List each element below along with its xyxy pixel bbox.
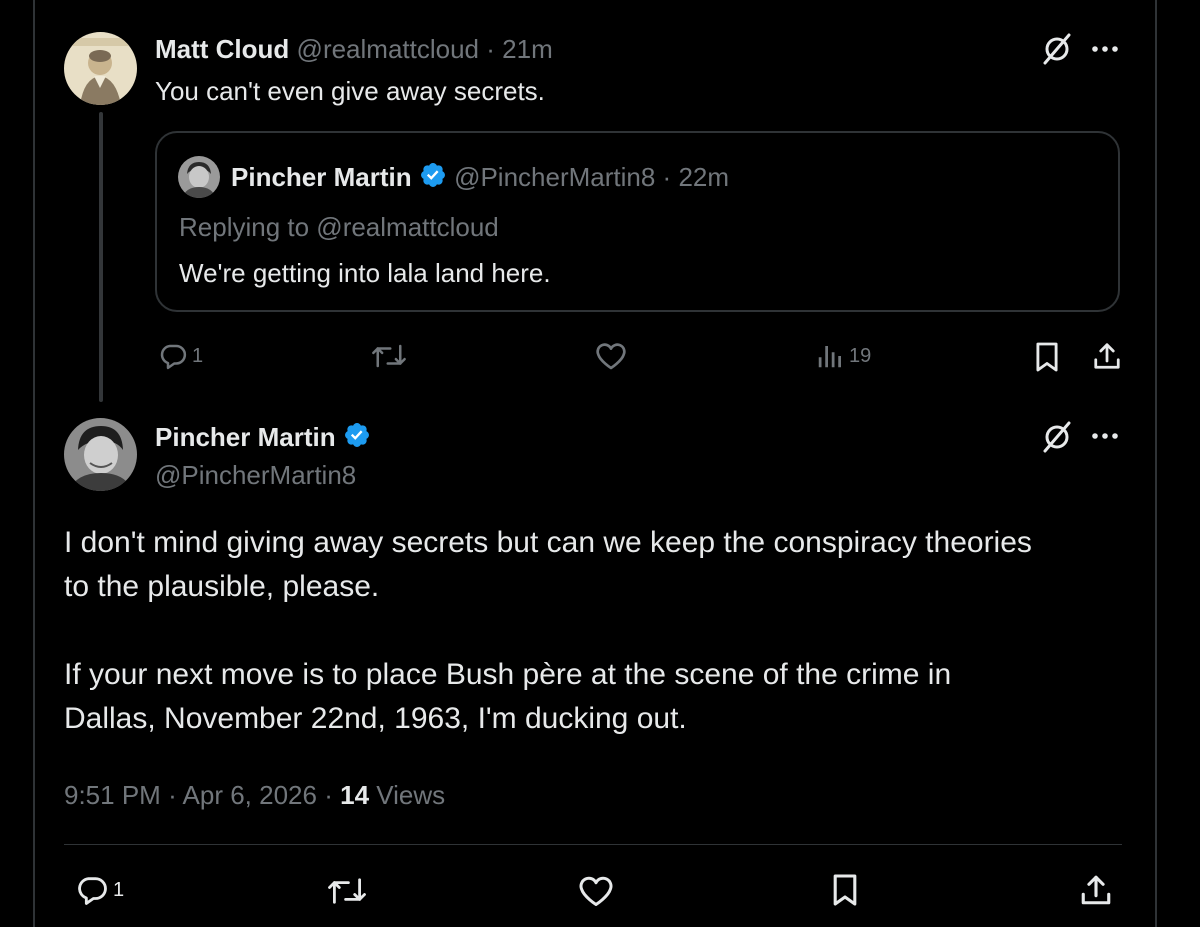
grok-button[interactable] <box>1040 420 1074 454</box>
reply-button[interactable]: 1 <box>158 341 203 371</box>
like-button[interactable] <box>595 341 627 371</box>
replying-to-text[interactable]: Replying to @realmattcloud <box>179 210 499 244</box>
like-button[interactable] <box>578 874 614 908</box>
reply-count: 1 <box>192 344 204 367</box>
verified-badge-icon <box>343 421 371 457</box>
author-handle[interactable]: @PincherMartin8 <box>155 458 356 492</box>
views-icon <box>818 346 841 368</box>
bookmark-button[interactable] <box>1034 341 1060 373</box>
body-line: I don't mind giving away secrets but can… <box>64 526 1032 559</box>
reply-icon <box>160 344 187 370</box>
meta-separator: · <box>324 780 333 810</box>
retweet-icon <box>372 344 406 368</box>
quote-header: Pincher Martin @PincherMartin8 · 22m <box>231 160 729 197</box>
tweet-time[interactable]: 21m <box>502 34 553 64</box>
more-button[interactable] <box>1090 427 1120 445</box>
more-icon <box>1092 46 1118 52</box>
views-button[interactable]: 19 <box>815 341 871 371</box>
reply-count: 1 <box>113 878 125 901</box>
more-button[interactable] <box>1090 40 1120 58</box>
meta-views-count: 14 <box>340 780 370 810</box>
divider <box>64 844 1122 845</box>
quote-header-separator: · <box>662 162 672 192</box>
share-button[interactable] <box>1079 873 1113 907</box>
tweet1-header: Matt Cloud @realmattcloud · 21m <box>155 32 553 66</box>
body-line: If your next move is to place Bush père … <box>64 658 952 691</box>
column-border-left <box>33 0 35 927</box>
like-icon <box>596 343 626 370</box>
reply-button[interactable]: 1 <box>75 873 124 907</box>
avatar-image <box>64 418 137 491</box>
avatar-image <box>178 156 220 198</box>
meta-separator: · <box>168 780 177 810</box>
thread-connector-line <box>99 112 103 402</box>
share-icon <box>1081 875 1111 905</box>
author-handle[interactable]: @realmattcloud <box>297 34 479 64</box>
retweet-button[interactable] <box>370 341 408 371</box>
quote-author-name[interactable]: Pincher Martin <box>231 162 412 192</box>
meta-time[interactable]: 9:51 PM <box>64 780 161 810</box>
body-line: to the plausible, please. <box>64 570 380 603</box>
quote-text: We're getting into lala land here. <box>179 258 551 288</box>
tweet-meta: 9:51 PM · Apr 6, 2026 · 14 Views <box>64 778 445 812</box>
tweet2-body: I don't mind giving away secrets but can… <box>64 521 1032 741</box>
bookmark-button[interactable] <box>831 872 859 908</box>
author-name[interactable]: Matt Cloud <box>155 34 289 64</box>
quote-time[interactable]: 22m <box>678 162 729 192</box>
grok-icon <box>1043 421 1071 453</box>
body-line: Dallas, November 22nd, 1963, I'm ducking… <box>64 702 687 735</box>
verified-badge-icon <box>419 161 447 197</box>
column-border-right <box>1155 0 1157 927</box>
avatar-matt-cloud[interactable] <box>64 32 137 105</box>
tweet2-name-row: Pincher Martin <box>155 420 371 457</box>
like-icon <box>579 876 613 906</box>
retweet-icon <box>328 878 366 904</box>
avatar-pincher-martin-small[interactable] <box>178 156 220 198</box>
meta-views-label: Views <box>376 780 446 810</box>
reply-icon <box>78 877 107 905</box>
views-count: 19 <box>849 344 872 367</box>
avatar-image <box>64 32 137 105</box>
more-icon <box>1092 433 1118 439</box>
share-icon <box>1094 343 1120 369</box>
tweet1-text: You can't even give away secrets. <box>155 76 545 106</box>
avatar-pincher-martin[interactable] <box>64 418 137 491</box>
share-button[interactable] <box>1092 341 1122 371</box>
grok-icon <box>1043 33 1071 65</box>
meta-date[interactable]: Apr 6, 2026 <box>183 780 317 810</box>
bookmark-icon <box>833 874 857 906</box>
quote-author-handle[interactable]: @PincherMartin8 <box>454 162 655 192</box>
header-separator: · <box>486 34 495 64</box>
grok-button[interactable] <box>1040 32 1074 66</box>
bookmark-icon <box>1036 342 1058 372</box>
retweet-button[interactable] <box>326 874 368 908</box>
author-name[interactable]: Pincher Martin <box>155 422 336 452</box>
